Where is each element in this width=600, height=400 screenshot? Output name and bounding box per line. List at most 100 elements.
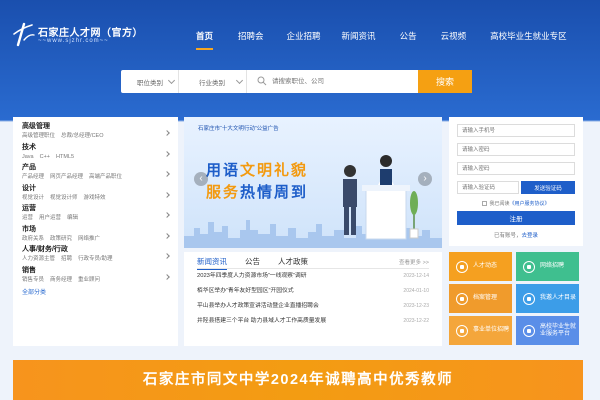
nav-graduate-zone[interactable]: 高校毕业生就业专区: [490, 26, 567, 46]
agreement-checkbox[interactable]: [482, 201, 488, 206]
banner-word: 服务: [206, 184, 241, 201]
category-item[interactable]: 总裁/总经理/CEO: [61, 133, 103, 139]
tile-public-recruit[interactable]: 事业单位招聘: [449, 316, 512, 345]
nav-home[interactable]: 首页: [196, 26, 214, 50]
category-item[interactable]: 商务经理: [50, 277, 72, 283]
category-group[interactable]: 销售销售专员 商务经理 重业顾问: [22, 266, 170, 284]
tile-archive[interactable]: 档案管理: [449, 284, 512, 313]
category-item[interactable]: 用户运营: [39, 215, 61, 221]
banner-word: 文明礼貌: [240, 162, 309, 179]
news-date: 2024-01-10: [403, 288, 429, 294]
category-item[interactable]: 网页产品经理: [50, 174, 83, 180]
reception-illustration: [343, 155, 419, 240]
archive-icon: [456, 292, 468, 305]
category-item[interactable]: 编辑: [67, 215, 78, 221]
category-item[interactable]: Java: [22, 154, 34, 160]
search-input[interactable]: [256, 73, 406, 90]
nav-job-fair[interactable]: 招聘会: [238, 26, 264, 46]
category-group[interactable]: 技术 Java C++ HTML5: [22, 143, 170, 161]
category-group[interactable]: 产品 产品经理 网页产品经理 高端产品职位: [22, 163, 170, 181]
banner-headline-1: 用语文明礼貌: [206, 159, 308, 180]
category-item[interactable]: 游戏特效: [84, 195, 106, 201]
category-item[interactable]: 高端产品职位: [89, 174, 122, 180]
news-item[interactable]: 平山县举办人才政策宣讲活动暨企业直播招聘会 2023-12-23: [197, 299, 429, 314]
category-item[interactable]: 人力资源主管: [22, 256, 55, 262]
verify-code-row: 发送验证码: [457, 181, 575, 194]
category-item[interactable]: 政策研究: [50, 236, 72, 242]
banner-headline-2: 服务热情周到: [206, 181, 308, 202]
category-item[interactable]: HTML5: [56, 154, 74, 160]
nav-notice[interactable]: 公告: [400, 26, 417, 46]
agreement-text: 我已阅读: [489, 201, 510, 207]
category-item[interactable]: 重业顾问: [78, 277, 100, 283]
verify-code-input[interactable]: [457, 181, 519, 194]
nav-company-recruit[interactable]: 企业招聘: [287, 26, 321, 46]
category-group[interactable]: 人事/财务/行政 人力资源主管 招聘 行政专员/助理: [22, 245, 170, 263]
carousel-prev-button[interactable]: ‹: [194, 172, 208, 186]
category-group[interactable]: 运营 运营 用户运营 编辑: [22, 204, 170, 222]
main-nav: 首页 招聘会 企业招聘 新闻资讯 公告 云视频 高校毕业生就业专区: [186, 26, 567, 50]
header: 石家庄人才网（官方） ~~www.sjzhr.com~~ 首页 招聘会 企业招聘…: [0, 0, 600, 62]
carousel-next-button[interactable]: ›: [418, 172, 432, 186]
agreement-link[interactable]: 《用户服务协议》: [510, 200, 550, 207]
login-link[interactable]: 去登录: [522, 233, 539, 239]
nav-news[interactable]: 新闻资讯: [342, 26, 376, 46]
send-code-button[interactable]: 发送验证码: [521, 181, 575, 194]
category-item[interactable]: 视觉设计: [22, 195, 44, 201]
category-title: 设计: [22, 184, 36, 192]
directory-icon: [523, 292, 535, 305]
category-item[interactable]: 运营: [22, 215, 33, 221]
news-date: 2023-12-23: [403, 303, 429, 309]
category-title: 高级管理: [22, 123, 50, 130]
news-title: 平山县举办人才政策宣讲活动暨企业直播招聘会: [197, 303, 319, 309]
register-button[interactable]: 注册: [457, 211, 575, 225]
tab-news[interactable]: 新闻资讯: [197, 256, 227, 270]
all-categories-link[interactable]: 全部分类: [22, 287, 169, 296]
category-title: 市场: [22, 225, 36, 233]
category-group[interactable]: 高级管理高级管理职位 总裁/总经理/CEO: [22, 122, 170, 140]
category-item[interactable]: 高级管理职位: [22, 133, 55, 139]
nav-cloud-video[interactable]: 云视频: [441, 26, 467, 46]
category-item[interactable]: 销售专员: [22, 277, 44, 283]
tab-policy[interactable]: 人才政策: [278, 256, 308, 267]
tile-graduate-service[interactable]: 高校毕业生就业服务平台: [516, 316, 579, 345]
news-item[interactable]: 井陉县搭建三个平台 助力县域人才工作高质量发展 2023-12-22: [197, 314, 429, 329]
category-group[interactable]: 市场政府关系 政策研究 网络推广: [22, 225, 170, 243]
tile-label: 我邀人才目录: [540, 295, 577, 301]
search-button[interactable]: 搜索: [418, 70, 472, 93]
category-items: 销售专员 商务经理 重业顾问: [22, 276, 170, 284]
agreement-row: 我已阅读 《用户服务协议》: [457, 199, 575, 208]
category-item[interactable]: 视觉设计师: [50, 195, 78, 201]
institution-icon: [456, 324, 468, 337]
hero-carousel[interactable]: 石家庄市“十大文明行动”公益广告 用语文明礼貌 服务热情周到 ‹ ›: [184, 117, 442, 248]
job-category-select[interactable]: 职位类别: [121, 70, 179, 93]
news-more-link[interactable]: 查看更多 >>: [399, 258, 429, 266]
category-item[interactable]: 政府关系: [22, 236, 44, 242]
has-account-row: 已有账号，去登录: [457, 231, 575, 239]
category-title: 销售: [22, 266, 36, 274]
tile-label: 事业单位招聘: [473, 327, 510, 333]
confirm-password-input[interactable]: [457, 162, 575, 175]
category-group[interactable]: 设计视觉设计 视觉设计师 游戏特效: [22, 184, 170, 202]
news-title: 井陉县搭建三个平台 助力县域人才工作高质量发展: [197, 318, 327, 324]
logo-title: 石家庄人才网（官方）: [38, 28, 143, 39]
tab-notice[interactable]: 公告: [245, 256, 260, 267]
site-logo[interactable]: 石家庄人才网（官方） ~~www.sjzhr.com~~: [12, 20, 162, 50]
category-item[interactable]: 产品经理: [22, 174, 44, 180]
news-tabs: 新闻资讯 公告 人才政策 查看更多 >>: [197, 255, 429, 270]
category-item[interactable]: 网络推广: [78, 236, 100, 242]
promo-banner[interactable]: 石家庄市同文中学2024年诚聘高中优秀教师: [13, 360, 583, 400]
password-input[interactable]: [457, 143, 575, 156]
tile-talent-news[interactable]: 人才动态: [449, 252, 512, 281]
chevron-down-icon: [235, 76, 244, 85]
category-item[interactable]: C++: [40, 154, 50, 160]
industry-category-select[interactable]: 行业类别: [179, 70, 247, 93]
category-item[interactable]: 招聘: [61, 256, 72, 262]
job-category-label: 职位类别: [137, 79, 163, 87]
category-item[interactable]: 行政专员/助理: [78, 256, 113, 262]
news-item[interactable]: 栢华区举办“青年友好型园区”开园仪式 2024-01-10: [197, 284, 429, 299]
tile-talent-directory[interactable]: 我邀人才目录: [516, 284, 579, 313]
news-item[interactable]: 2023年四季度人力资源市场“一线观察”调研 2023-12-14: [197, 269, 429, 284]
phone-input[interactable]: [457, 124, 575, 137]
tile-online-recruit[interactable]: 网络招聘: [516, 252, 579, 281]
